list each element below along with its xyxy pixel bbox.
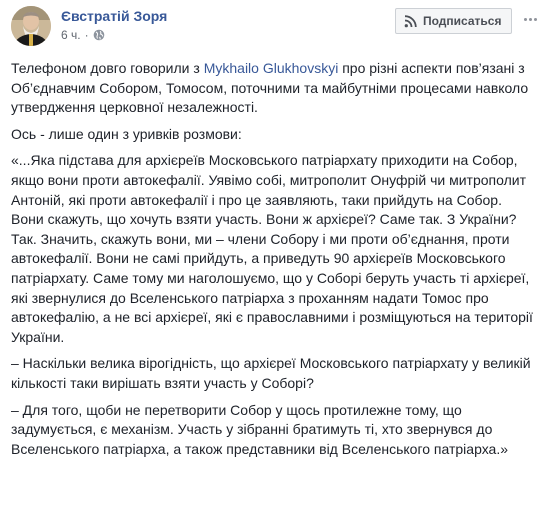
post-header: Євстратій Зоря 6 ч. · Подписаться xyxy=(11,6,537,46)
post-timestamp[interactable]: 6 ч. xyxy=(61,28,81,42)
avatar[interactable] xyxy=(11,6,51,46)
author-name[interactable]: Євстратій Зоря xyxy=(61,8,167,24)
mention-link[interactable]: Mykhailo Glukhovskyi xyxy=(204,60,339,76)
paragraph-1: Телефоном довго говорили з Mykhailo Gluk… xyxy=(11,60,529,116)
globe-icon[interactable] xyxy=(93,29,105,41)
post-body: Телефоном довго говорили з Mykhailo Gluk… xyxy=(11,59,533,466)
meta-separator: · xyxy=(84,28,89,42)
paragraph-3: «...Яка підстава для архієреїв Московськ… xyxy=(11,152,533,345)
post-meta: 6 ч. · xyxy=(61,28,105,42)
rss-icon xyxy=(404,14,417,28)
subscribe-button[interactable]: Подписаться xyxy=(395,8,513,34)
paragraph-2: Ось - лише один з уривків розмови: xyxy=(11,125,242,142)
subscribe-label: Подписаться xyxy=(423,14,502,28)
paragraph-5: – Для того, щоби не перетворити Собор у … xyxy=(11,401,509,457)
more-options-icon[interactable] xyxy=(519,9,541,29)
paragraph-4: – Наскільки велика вірогідність, що архі… xyxy=(11,355,531,391)
facebook-post: Євстратій Зоря 6 ч. · Подписаться Телефо… xyxy=(0,0,541,526)
